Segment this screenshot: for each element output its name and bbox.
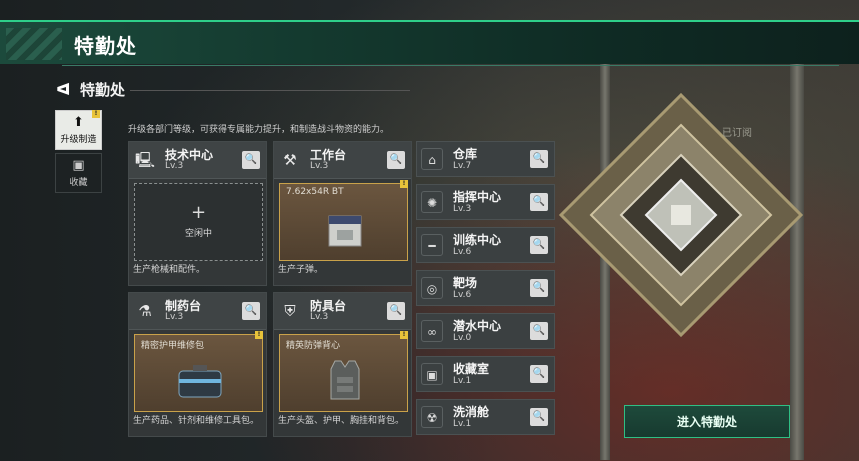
facility-name: 指挥中心 xyxy=(453,190,502,204)
section-divider xyxy=(130,90,410,91)
back-button-icon[interactable]: ᐊ xyxy=(56,80,70,99)
card-footer: 生产枪械和配件。 xyxy=(133,265,206,275)
target-icon: ◎ xyxy=(421,277,443,299)
facility-name: 潜水中心 xyxy=(453,319,502,333)
card-header: 🖳 技术中心 Lv.3 🔍 xyxy=(129,142,266,179)
production-slot[interactable]: 7.62x54R BT ! xyxy=(279,180,408,261)
slot-item-name: 精密护甲维修包 xyxy=(141,341,205,351)
enter-special-ops-button[interactable]: 进入特勤处 xyxy=(624,405,790,438)
facility-name: 收藏室 xyxy=(453,362,490,376)
card-header: ⚒ 工作台 Lv.3 🔍 xyxy=(274,142,411,179)
search-button[interactable]: 🔍 xyxy=(530,150,548,168)
notification-badge: ! xyxy=(92,110,100,118)
slot-item-name: 7.62x54R BT xyxy=(286,187,344,197)
notification-badge: ! xyxy=(400,331,408,339)
facility-level: Lv.6 xyxy=(453,290,472,300)
search-button[interactable]: 🔍 xyxy=(530,408,548,426)
search-button[interactable]: 🔍 xyxy=(242,302,260,320)
repair-kit-image xyxy=(178,365,222,398)
armor-vest-image xyxy=(330,360,360,400)
notification-badge: ! xyxy=(400,180,408,188)
header-stripe-decoration xyxy=(6,28,62,60)
facility-training-center[interactable]: ━ 训练中心 Lv.6 🔍 xyxy=(416,227,555,263)
facility-level: Lv.1 xyxy=(453,376,472,386)
dumbbell-icon: ━ xyxy=(421,234,443,256)
card-pharmacy[interactable]: ⚗ 制药台 Lv.3 🔍 精密护甲维修包 ! 生产药品、针剂和维修工具包。 xyxy=(128,292,267,437)
ammo-box-image xyxy=(328,215,362,247)
header-divider xyxy=(62,65,839,66)
decon-icon: ☢ xyxy=(421,406,443,428)
card-tech-center[interactable]: 🖳 技术中心 Lv.3 🔍 + 空闲中 生产枪械和配件。 xyxy=(128,141,267,286)
top-header-bar: 特勤处 xyxy=(0,20,859,66)
facility-collection-room[interactable]: ▣ 收藏室 Lv.1 🔍 xyxy=(416,356,555,392)
card-header: ⚗ 制药台 Lv.3 🔍 xyxy=(129,293,266,330)
collection-room-icon: ▣ xyxy=(421,363,443,385)
production-slot[interactable]: 精英防弹背心 ! xyxy=(279,331,408,412)
card-header: ⛨ 防具台 Lv.3 🔍 xyxy=(274,293,411,330)
facility-name: 洗消舱 xyxy=(453,405,490,419)
tab-label: 收藏 xyxy=(69,178,88,188)
search-button[interactable]: 🔍 xyxy=(530,193,548,211)
vault-cube-image xyxy=(558,92,804,338)
facility-level: Lv.0 xyxy=(453,333,472,343)
tab-collection[interactable]: ▣ 收藏 xyxy=(55,153,102,193)
card-workbench[interactable]: ⚒ 工作台 Lv.3 🔍 7.62x54R BT ! 生产子弹。 xyxy=(273,141,412,286)
facility-name: 仓库 xyxy=(453,147,478,161)
diving-icon: ∞ xyxy=(421,320,443,342)
facility-shooting-range[interactable]: ◎ 靶场 Lv.6 🔍 xyxy=(416,270,555,306)
facility-command-center[interactable]: ✺ 指挥中心 Lv.3 🔍 xyxy=(416,184,555,220)
search-button[interactable]: 🔍 xyxy=(530,236,548,254)
section-description: 升级各部门等级，可获得专属能力提升，和制造战斗物资的能力。 xyxy=(128,125,390,135)
facility-warehouse[interactable]: ⌂ 仓库 Lv.7 🔍 xyxy=(416,141,555,177)
card-footer: 生产头盔、护甲、胸挂和背包。 xyxy=(278,416,405,426)
microscope-icon: ⚗ xyxy=(138,302,152,320)
search-button[interactable]: 🔍 xyxy=(387,151,405,169)
page-title: 特勤处 xyxy=(74,34,137,58)
slot-status: 空闲中 xyxy=(184,229,212,239)
facility-decontamination[interactable]: ☢ 洗消舱 Lv.1 🔍 xyxy=(416,399,555,435)
collection-icon: ▣ xyxy=(72,158,85,173)
search-button[interactable]: 🔍 xyxy=(530,279,548,297)
facility-diving-center[interactable]: ∞ 潜水中心 Lv.0 🔍 xyxy=(416,313,555,349)
card-level: Lv.3 xyxy=(310,161,329,171)
search-button[interactable]: 🔍 xyxy=(530,365,548,383)
search-button[interactable]: 🔍 xyxy=(242,151,260,169)
card-footer: 生产子弹。 xyxy=(278,265,324,275)
search-button[interactable]: 🔍 xyxy=(530,322,548,340)
facility-level: Lv.1 xyxy=(453,419,472,429)
card-level: Lv.3 xyxy=(165,312,184,322)
computer-icon: 🖳 xyxy=(135,151,156,169)
card-level: Lv.3 xyxy=(310,312,329,322)
facility-level: Lv.6 xyxy=(453,247,472,257)
armor-icon: ⛨ xyxy=(284,302,296,320)
facility-name: 训练中心 xyxy=(453,233,502,247)
warehouse-icon: ⌂ xyxy=(421,148,443,170)
command-icon: ✺ xyxy=(421,191,443,213)
tools-icon: ⚒ xyxy=(283,151,297,169)
slot-item-name: 精英防弹背心 xyxy=(286,341,341,351)
tab-label: 升级制造 xyxy=(60,135,97,145)
facility-level: Lv.3 xyxy=(453,204,472,214)
section-title: 特勤处 xyxy=(80,81,126,99)
plus-icon: + xyxy=(190,202,207,223)
facility-level: Lv.7 xyxy=(453,161,472,171)
card-armor-bench[interactable]: ⛨ 防具台 Lv.3 🔍 精英防弹背心 ! 生产头盔、护甲、胸挂和背包。 xyxy=(273,292,412,437)
facility-name: 靶场 xyxy=(453,276,478,290)
tab-upgrade-craft[interactable]: ⬆ 升级制造 ! xyxy=(55,110,102,150)
subscribed-label: 已订阅 xyxy=(722,128,752,139)
production-slot-empty[interactable]: + 空闲中 xyxy=(134,183,263,261)
card-footer: 生产药品、针剂和维修工具包。 xyxy=(133,416,260,426)
search-button[interactable]: 🔍 xyxy=(387,302,405,320)
notification-badge: ! xyxy=(255,331,263,339)
card-level: Lv.3 xyxy=(165,161,184,171)
production-slot[interactable]: 精密护甲维修包 ! xyxy=(134,331,263,412)
